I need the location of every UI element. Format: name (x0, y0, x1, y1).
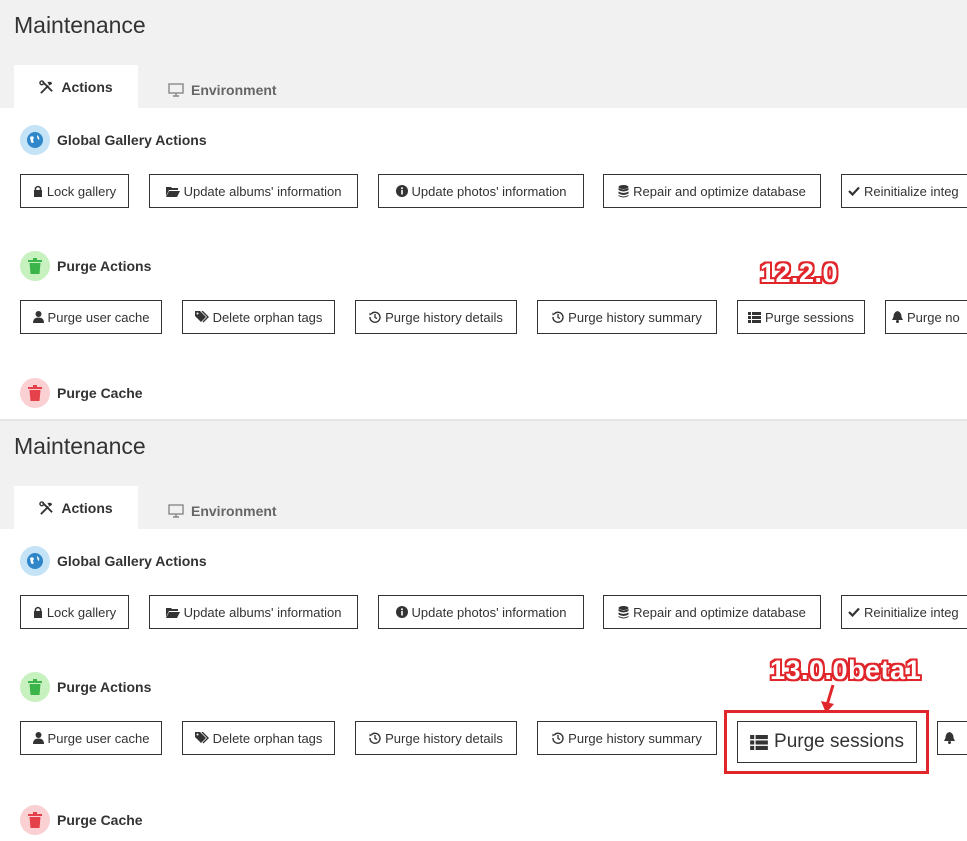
bell-icon (892, 311, 903, 323)
info-circle-icon (395, 185, 408, 197)
purge-user-cache-button[interactable]: Purge user cache (20, 300, 162, 334)
button-label: Reinitialize integ (864, 604, 959, 620)
repair-database-button[interactable]: Repair and optimize database (603, 174, 821, 208)
button-label: Repair and optimize database (633, 604, 806, 620)
section-purge-cache: Purge Cache (20, 805, 143, 835)
highlight-box (724, 710, 929, 774)
update-albums-button[interactable]: Update albums' information (149, 595, 358, 629)
update-photos-button[interactable]: Update photos' information (378, 595, 584, 629)
button-label: Delete orphan tags (212, 730, 323, 746)
monitor-icon (168, 83, 184, 97)
monitor-icon (168, 504, 184, 518)
tags-icon (194, 732, 209, 744)
globe-icon (20, 546, 50, 576)
tab-environment[interactable]: Environment (168, 489, 277, 533)
update-photos-button[interactable]: Update photos' information (378, 174, 584, 208)
database-icon (618, 184, 629, 198)
database-icon (618, 605, 629, 619)
purge-sessions-button[interactable]: Purge sessions (737, 300, 865, 334)
delete-orphan-tags-button[interactable]: Delete orphan tags (182, 721, 335, 755)
section-heading: Purge Cache (57, 812, 143, 828)
repair-database-button[interactable]: Repair and optimize database (603, 595, 821, 629)
section-global-gallery-actions: Global Gallery Actions (20, 125, 207, 155)
button-label: Purge user cache (47, 309, 150, 325)
button-label: Delete orphan tags (212, 309, 323, 325)
version-annotation: 12.2.0 (760, 258, 839, 288)
button-label: Purge history summary (568, 309, 702, 325)
purge-history-details-button[interactable]: Purge history details (355, 721, 517, 755)
maintenance-panel-v12: Maintenance Actions Environment Global G… (0, 0, 967, 420)
lock-gallery-button[interactable]: Lock gallery (20, 595, 129, 629)
button-label: Reinitialize integ (864, 183, 959, 199)
maintenance-panel-v13: Maintenance Actions Environment Global G… (0, 421, 967, 841)
purge-history-details-button[interactable]: Purge history details (355, 300, 517, 334)
section-purge-actions: Purge Actions (20, 672, 151, 702)
update-albums-button[interactable]: Update albums' information (149, 174, 358, 208)
tab-actions[interactable]: Actions (14, 486, 138, 530)
purge-notifications-button[interactable] (937, 721, 967, 755)
history-icon (369, 311, 381, 323)
button-label: Purge no (907, 309, 960, 325)
section-global-gallery-actions: Global Gallery Actions (20, 546, 207, 576)
list-icon (748, 311, 762, 323)
reinitialize-integrity-button[interactable]: Reinitialize integ (841, 174, 967, 208)
check-icon (848, 607, 860, 617)
version-annotation: 13.0.0beta1 (770, 655, 922, 685)
globe-icon (20, 125, 50, 155)
section-heading: Purge Actions (57, 679, 152, 695)
page-title: Maintenance (14, 433, 146, 459)
tab-label: Actions (61, 79, 113, 95)
button-label: Purge history details (385, 309, 503, 325)
user-icon (32, 311, 44, 323)
button-label: Purge history summary (568, 730, 702, 746)
history-icon (369, 732, 381, 744)
purge-notifications-button[interactable]: Purge no (885, 300, 967, 334)
section-heading: Purge Cache (57, 385, 143, 401)
tools-icon (39, 79, 54, 95)
tab-label: Environment (191, 82, 277, 98)
trash-icon (20, 805, 50, 835)
tab-actions[interactable]: Actions (14, 65, 138, 109)
history-icon (552, 732, 564, 744)
tab-label: Actions (61, 500, 113, 516)
page-title: Maintenance (14, 12, 146, 38)
lock-gallery-button[interactable]: Lock gallery (20, 174, 129, 208)
button-label: Purge history details (385, 730, 503, 746)
section-heading: Purge Actions (57, 258, 152, 274)
purge-history-summary-button[interactable]: Purge history summary (537, 721, 717, 755)
tab-environment[interactable]: Environment (168, 68, 277, 112)
button-label: Update photos' information (411, 604, 567, 620)
section-heading: Global Gallery Actions (57, 132, 207, 148)
purge-history-summary-button[interactable]: Purge history summary (537, 300, 717, 334)
section-purge-cache: Purge Cache (20, 378, 143, 408)
trash-icon (20, 672, 50, 702)
button-label: Purge user cache (47, 730, 150, 746)
info-circle-icon (395, 606, 408, 618)
button-label: Lock gallery (46, 183, 117, 199)
bell-icon (944, 732, 955, 744)
lock-icon (33, 185, 43, 197)
history-icon (552, 311, 564, 323)
trash-icon (20, 378, 50, 408)
tools-icon (39, 500, 54, 516)
button-label: Repair and optimize database (633, 183, 806, 199)
button-label: Update albums' information (183, 183, 342, 199)
check-icon (848, 186, 860, 196)
purge-user-cache-button[interactable]: Purge user cache (20, 721, 162, 755)
section-heading: Global Gallery Actions (57, 553, 207, 569)
button-label: Update albums' information (183, 604, 342, 620)
tab-label: Environment (191, 503, 277, 519)
button-label: Lock gallery (46, 604, 117, 620)
button-label: Update photos' information (411, 183, 567, 199)
folder-open-icon (165, 186, 180, 197)
button-label: Purge sessions (765, 309, 854, 325)
trash-icon (20, 251, 50, 281)
folder-open-icon (165, 607, 180, 618)
section-purge-actions: Purge Actions (20, 251, 151, 281)
delete-orphan-tags-button[interactable]: Delete orphan tags (182, 300, 335, 334)
tags-icon (194, 311, 209, 323)
lock-icon (33, 606, 43, 618)
reinitialize-integrity-button[interactable]: Reinitialize integ (841, 595, 967, 629)
user-icon (32, 732, 44, 744)
